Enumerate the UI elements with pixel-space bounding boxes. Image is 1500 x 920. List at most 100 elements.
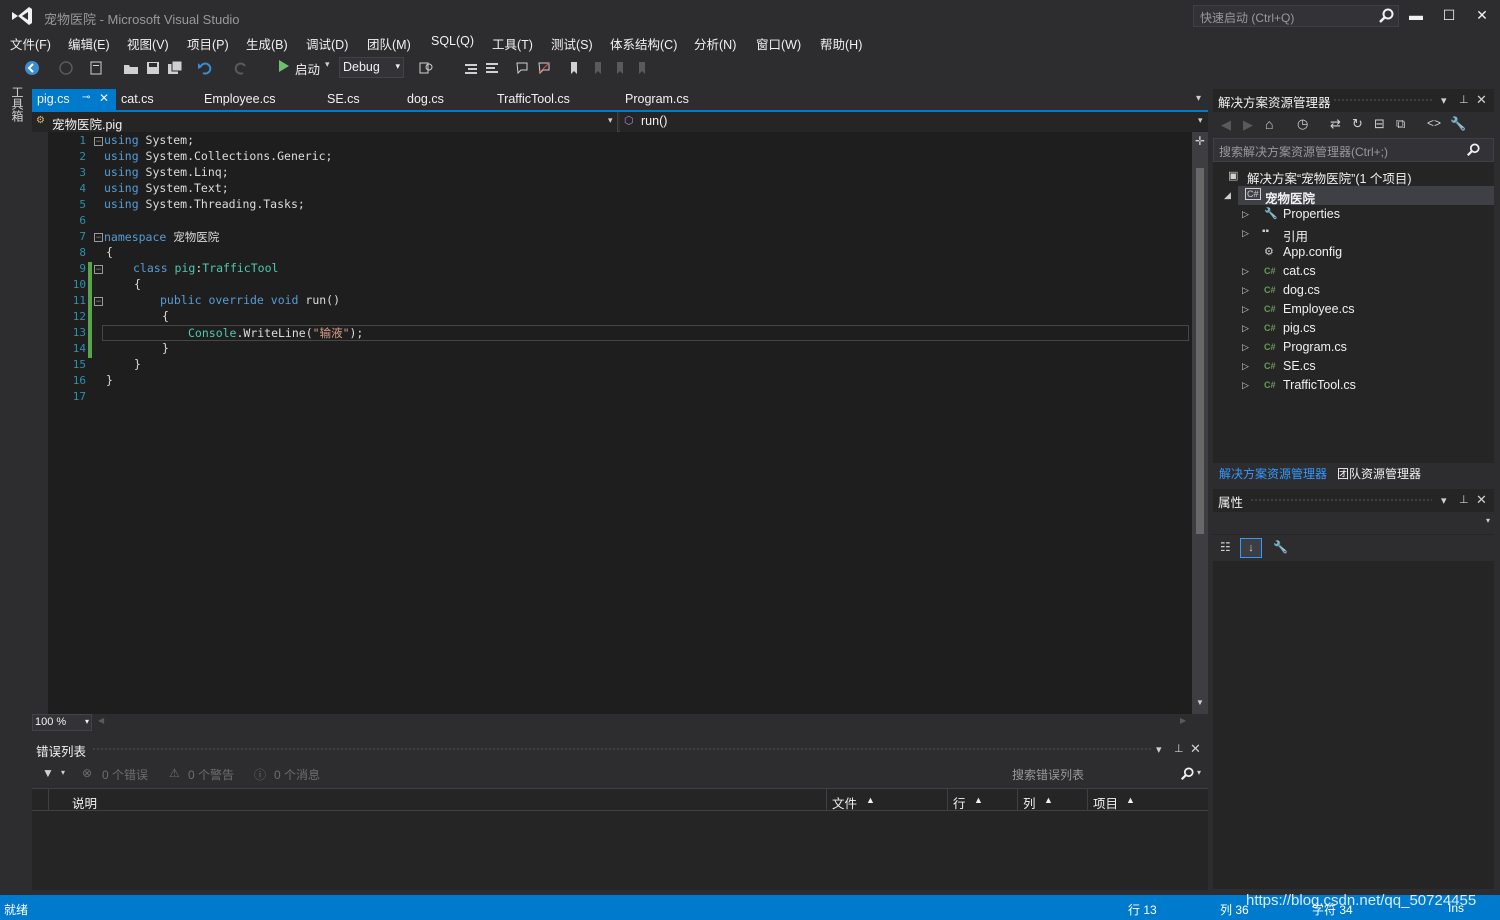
tab-program-cs[interactable]: Program.cs: [625, 89, 689, 110]
bookmark-icon[interactable]: [566, 60, 582, 76]
new-project-icon[interactable]: [88, 60, 104, 76]
indent-icon[interactable]: [484, 60, 500, 76]
tree-item-solution[interactable]: 解决方案“宠物医院”(1 个项目): [1247, 168, 1412, 187]
home-icon[interactable]: ⌂: [1265, 116, 1273, 132]
code-editor[interactable]: 1 2 3 4 5 6 7 8 9 10 11 12 13 14 15 16 1…: [32, 132, 1208, 714]
close-icon[interactable]: ✕: [99, 91, 109, 105]
tab-employee-cs[interactable]: Employee.cs: [204, 89, 276, 110]
tab-cat-cs[interactable]: cat.cs: [121, 89, 154, 110]
collapsed-arrow-icon[interactable]: ▷: [1242, 380, 1249, 391]
history-icon[interactable]: ◷: [1297, 116, 1308, 132]
tab-pig-cs[interactable]: pig.cs ⊸ ✕: [32, 89, 116, 110]
tab-overflow-dropdown-icon[interactable]: ▾: [1196, 93, 1201, 104]
collapsed-arrow-icon[interactable]: ▷: [1242, 266, 1249, 277]
type-selector[interactable]: ⚙ 宠物医院.pig ▾: [32, 112, 618, 132]
tree-item-program-cs[interactable]: Program.cs: [1283, 340, 1347, 354]
start-dropdown-icon[interactable]: ▾: [325, 59, 330, 70]
menu-build[interactable]: 生成(B): [246, 34, 288, 53]
tab-solution-explorer[interactable]: 解决方案资源管理器: [1219, 465, 1327, 482]
collapsed-arrow-icon[interactable]: ▷: [1242, 209, 1249, 220]
menu-test[interactable]: 测试(S): [551, 34, 593, 53]
menu-file[interactable]: 文件(F): [10, 34, 51, 53]
menu-debug[interactable]: 调试(D): [306, 34, 348, 53]
collapsed-arrow-icon[interactable]: ▷: [1242, 228, 1249, 239]
column-description[interactable]: 说明: [72, 793, 97, 812]
menu-sql[interactable]: SQL(Q): [431, 34, 474, 48]
navigate-forward-icon[interactable]: [58, 60, 74, 76]
scroll-left-icon[interactable]: ◀: [98, 716, 104, 725]
undo-icon[interactable]: [197, 60, 213, 76]
zoom-select[interactable]: 100 % ▾: [32, 714, 92, 731]
solution-configuration-select[interactable]: Debug ▾: [339, 57, 404, 78]
property-pages-icon[interactable]: 🔧: [1273, 540, 1288, 554]
back-icon[interactable]: ◀: [1221, 117, 1231, 133]
vertical-scrollbar[interactable]: ✛ ▼: [1192, 132, 1208, 714]
tree-item-traffictool-cs[interactable]: TrafficTool.cs: [1283, 378, 1356, 392]
filter-icon[interactable]: ▼: [42, 766, 54, 780]
menu-architecture[interactable]: 体系结构(C): [610, 34, 677, 53]
redo-icon[interactable]: [233, 60, 249, 76]
expanded-arrow-icon[interactable]: ◢: [1224, 190, 1231, 201]
alphabetical-icon[interactable]: ↓: [1240, 538, 1262, 558]
solution-explorer-search-input[interactable]: 搜索解决方案资源管理器(Ctrl+;): [1213, 138, 1494, 162]
start-debugging-icon[interactable]: [279, 60, 289, 72]
toolbox-tab[interactable]: 工具箱: [4, 86, 26, 136]
close-icon[interactable]: ✕: [1190, 741, 1201, 757]
menu-tools[interactable]: 工具(T): [492, 34, 533, 53]
quick-launch-input[interactable]: 快速启动 (Ctrl+Q): [1193, 5, 1399, 27]
show-all-files-icon[interactable]: ⧉: [1396, 116, 1405, 132]
scroll-down-icon[interactable]: ▼: [1196, 698, 1204, 707]
tree-item-project[interactable]: 宠物医院: [1265, 188, 1315, 207]
tab-team-explorer[interactable]: 团队资源管理器: [1337, 465, 1421, 482]
forward-icon[interactable]: ▶: [1243, 117, 1253, 133]
properties-object-select[interactable]: ▾: [1213, 512, 1494, 534]
start-button[interactable]: 启动: [295, 59, 320, 78]
collapse-outline-icon[interactable]: −: [94, 233, 103, 242]
close-window-button[interactable]: ✕: [1471, 5, 1493, 25]
column-line[interactable]: 行: [953, 793, 966, 812]
save-icon[interactable]: [145, 60, 161, 76]
tab-se-cs[interactable]: SE.cs: [327, 89, 360, 110]
menu-project[interactable]: 项目(P): [187, 34, 229, 53]
save-all-icon[interactable]: [167, 60, 183, 76]
collapsed-arrow-icon[interactable]: ▷: [1242, 285, 1249, 296]
properties-wrench-icon[interactable]: 🔧: [1450, 116, 1466, 132]
search-icon[interactable]: [1378, 8, 1394, 24]
open-file-icon[interactable]: [123, 60, 139, 76]
tree-item-app-config[interactable]: App.config: [1283, 245, 1342, 259]
collapse-outline-icon[interactable]: −: [94, 297, 103, 306]
pane-dropdown-icon[interactable]: ▾: [1441, 494, 1447, 507]
split-window-icon[interactable]: ✛: [1195, 134, 1205, 148]
collapsed-arrow-icon[interactable]: ▷: [1242, 361, 1249, 372]
uncomment-icon[interactable]: [536, 60, 552, 76]
tree-item-properties[interactable]: Properties: [1283, 207, 1340, 221]
scrollbar-thumb[interactable]: [1196, 168, 1204, 534]
categorized-icon[interactable]: ☷: [1220, 540, 1231, 554]
tab-dog-cs[interactable]: dog.cs: [407, 89, 444, 110]
chevron-down-icon[interactable]: ▾: [61, 768, 65, 777]
messages-filter[interactable]: 0 个消息: [274, 766, 320, 783]
prev-bookmark-icon[interactable]: [590, 60, 606, 76]
close-icon[interactable]: ✕: [1476, 92, 1487, 108]
collapsed-arrow-icon[interactable]: ▷: [1242, 323, 1249, 334]
tree-item-dog-cs[interactable]: dog.cs: [1283, 283, 1320, 297]
tree-item-pig-cs[interactable]: pig.cs: [1283, 321, 1316, 335]
pin-icon[interactable]: ⊥: [1459, 493, 1469, 506]
clear-bookmarks-icon[interactable]: [634, 60, 650, 76]
collapsed-arrow-icon[interactable]: ▷: [1242, 342, 1249, 353]
navigate-back-icon[interactable]: [24, 60, 40, 76]
error-list-search-input[interactable]: 搜索错误列表: [1008, 762, 1208, 784]
menu-team[interactable]: 团队(M): [367, 34, 411, 53]
menu-window[interactable]: 窗口(W): [756, 34, 801, 53]
tree-item-se-cs[interactable]: SE.cs: [1283, 359, 1316, 373]
tree-item-cat-cs[interactable]: cat.cs: [1283, 264, 1316, 278]
comment-icon[interactable]: [514, 60, 530, 76]
member-selector[interactable]: ⬡ run() ▾: [620, 112, 1208, 132]
menu-help[interactable]: 帮助(H): [820, 34, 862, 53]
warnings-filter[interactable]: 0 个警告: [188, 766, 234, 783]
tab-traffictool-cs[interactable]: TrafficTool.cs: [497, 89, 570, 110]
pin-icon[interactable]: ⊥: [1174, 742, 1184, 755]
collapse-all-icon[interactable]: ⊟: [1374, 116, 1385, 132]
view-code-icon[interactable]: <>: [1427, 116, 1441, 130]
search-icon[interactable]: [1466, 143, 1480, 157]
